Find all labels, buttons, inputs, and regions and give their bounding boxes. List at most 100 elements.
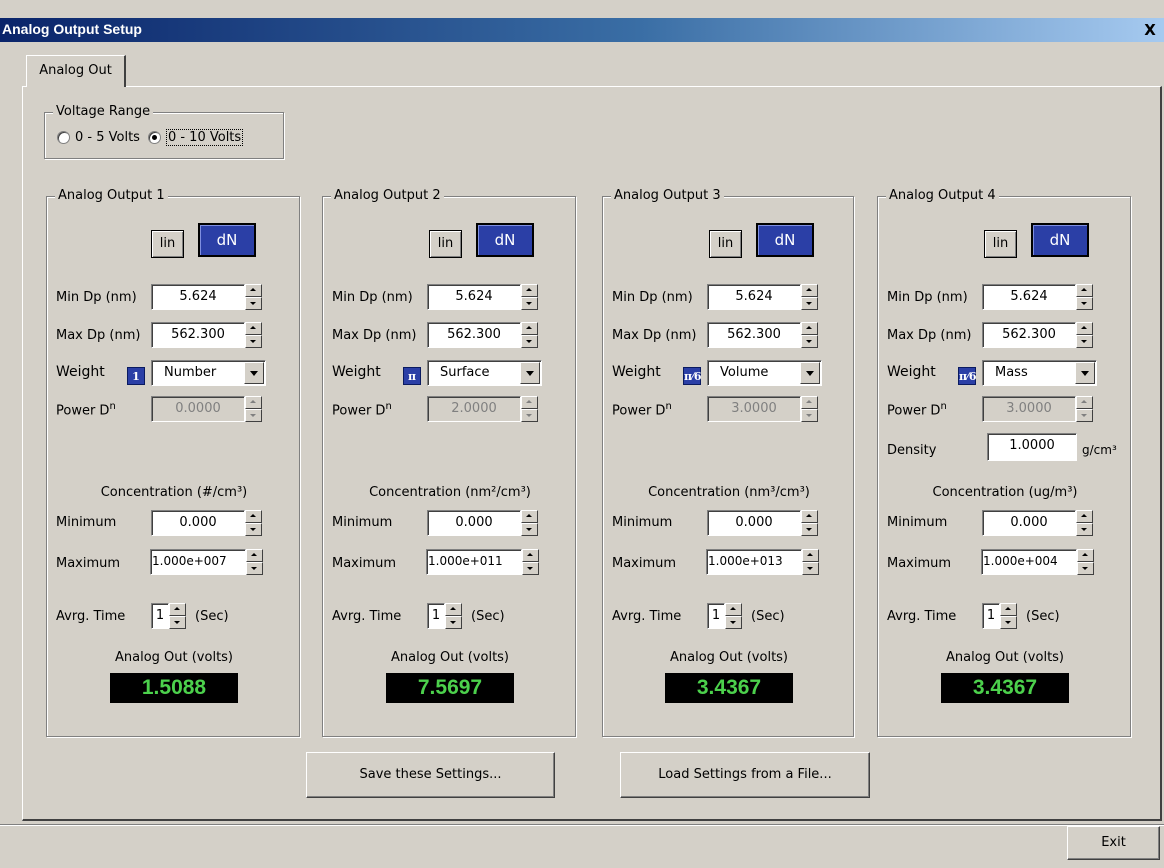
output-2-minimum-spinner[interactable] <box>521 510 538 536</box>
spin-up-icon[interactable] <box>802 549 819 562</box>
spin-down-icon[interactable] <box>521 523 538 536</box>
spin-down-icon[interactable] <box>1076 335 1093 348</box>
spin-down-icon[interactable] <box>802 562 819 575</box>
output-3-min-dp-spinner[interactable] <box>801 284 818 310</box>
spin-down-icon[interactable] <box>1000 616 1017 629</box>
output-4-minimum-input[interactable]: 0.000 <box>982 510 1076 536</box>
spin-down-icon[interactable] <box>1076 523 1093 536</box>
output-1-avrg-time-spinner[interactable] <box>169 603 186 629</box>
output-1-maximum-spinner[interactable] <box>246 549 263 575</box>
spin-up-icon[interactable] <box>801 510 818 523</box>
spin-down-icon[interactable] <box>246 562 263 575</box>
output-4-dn-button[interactable]: dN <box>1031 223 1089 257</box>
radio-0-10-volts-label[interactable]: 0 - 10 Volts <box>165 129 244 146</box>
output-3-min-dp-input[interactable]: 5.624 <box>707 284 801 310</box>
output-1-lin-button[interactable]: lin <box>151 230 184 258</box>
output-1-min-dp-spinner[interactable] <box>245 284 262 310</box>
spin-up-icon[interactable] <box>521 322 538 335</box>
spin-up-icon[interactable] <box>521 284 538 297</box>
output-1-minimum-input[interactable]: 0.000 <box>151 510 245 536</box>
radio-0-10-volts[interactable] <box>147 131 161 144</box>
spin-up-icon[interactable] <box>801 284 818 297</box>
load-settings-button[interactable]: Load Settings from a File... <box>620 752 870 798</box>
chevron-down-icon[interactable] <box>244 362 264 384</box>
output-3-weight-select[interactable]: Volume <box>707 360 822 386</box>
output-2-max-dp-input[interactable]: 562.300 <box>427 322 521 348</box>
spin-up-icon[interactable] <box>1076 510 1093 523</box>
output-3-max-dp-spinner[interactable] <box>801 322 818 348</box>
spin-down-icon[interactable] <box>725 616 742 629</box>
spin-up-icon[interactable] <box>1076 322 1093 335</box>
chevron-down-icon[interactable] <box>800 362 820 384</box>
output-3-maximum-input[interactable]: 1.000e+013 <box>706 549 802 575</box>
spin-up-icon[interactable] <box>1076 284 1093 297</box>
spin-up-icon[interactable] <box>801 322 818 335</box>
spin-up-icon[interactable] <box>522 549 539 562</box>
output-3-maximum-spinner[interactable] <box>802 549 819 575</box>
output-1-maximum-input[interactable]: 1.000e+007 <box>150 549 246 575</box>
exit-button[interactable]: Exit <box>1067 826 1160 860</box>
output-4-max-dp-input[interactable]: 562.300 <box>982 322 1076 348</box>
output-4-weight-select[interactable]: Mass <box>982 360 1097 386</box>
output-2-avrg-time-input[interactable]: 1 <box>427 603 445 629</box>
output-2-maximum-spinner[interactable] <box>522 549 539 575</box>
output-3-max-dp-input[interactable]: 562.300 <box>707 322 801 348</box>
output-3-minimum-spinner[interactable] <box>801 510 818 536</box>
close-icon[interactable]: X <box>1140 21 1160 39</box>
output-2-min-dp-input[interactable]: 5.624 <box>427 284 521 310</box>
output-4-max-dp-spinner[interactable] <box>1076 322 1093 348</box>
output-2-weight-select[interactable]: Surface <box>427 360 542 386</box>
spin-up-icon[interactable] <box>245 322 262 335</box>
output-4-maximum-spinner[interactable] <box>1077 549 1094 575</box>
output-1-dn-button[interactable]: dN <box>198 223 256 257</box>
output-1-avrg-time-input[interactable]: 1 <box>151 603 169 629</box>
chevron-down-icon[interactable] <box>520 362 540 384</box>
output-1-max-dp-input[interactable]: 562.300 <box>151 322 245 348</box>
output-3-avrg-time-spinner[interactable] <box>725 603 742 629</box>
spin-up-icon[interactable] <box>445 603 462 616</box>
output-4-minimum-spinner[interactable] <box>1076 510 1093 536</box>
spin-down-icon[interactable] <box>1076 297 1093 310</box>
spin-up-icon[interactable] <box>169 603 186 616</box>
output-4-maximum-input[interactable]: 1.000e+004 <box>981 549 1077 575</box>
tab-analog-out[interactable]: Analog Out <box>26 55 126 87</box>
spin-down-icon[interactable] <box>245 523 262 536</box>
output-1-min-dp-input[interactable]: 5.624 <box>151 284 245 310</box>
spin-down-icon[interactable] <box>245 297 262 310</box>
output-1-weight-select[interactable]: Number <box>151 360 266 386</box>
spin-up-icon[interactable] <box>725 603 742 616</box>
spin-down-icon[interactable] <box>169 616 186 629</box>
save-settings-button[interactable]: Save these Settings... <box>306 752 555 798</box>
spin-down-icon[interactable] <box>801 523 818 536</box>
output-2-lin-button[interactable]: lin <box>429 230 462 258</box>
spin-down-icon[interactable] <box>521 335 538 348</box>
output-3-minimum-input[interactable]: 0.000 <box>707 510 801 536</box>
spin-up-icon[interactable] <box>1000 603 1017 616</box>
spin-up-icon[interactable] <box>246 549 263 562</box>
spin-down-icon[interactable] <box>801 335 818 348</box>
spin-down-icon[interactable] <box>445 616 462 629</box>
chevron-down-icon[interactable] <box>1075 362 1095 384</box>
spin-down-icon[interactable] <box>1077 562 1094 575</box>
spin-up-icon[interactable] <box>521 510 538 523</box>
output-3-dn-button[interactable]: dN <box>756 223 814 257</box>
output-4-density-input[interactable]: 1.0000 <box>987 433 1077 461</box>
output-2-dn-button[interactable]: dN <box>476 223 534 257</box>
output-3-lin-button[interactable]: lin <box>709 230 742 258</box>
output-4-lin-button[interactable]: lin <box>984 230 1017 258</box>
output-2-minimum-input[interactable]: 0.000 <box>427 510 521 536</box>
output-2-maximum-input[interactable]: 1.000e+011 <box>426 549 522 575</box>
spin-down-icon[interactable] <box>522 562 539 575</box>
output-2-max-dp-spinner[interactable] <box>521 322 538 348</box>
spin-down-icon[interactable] <box>801 297 818 310</box>
spin-down-icon[interactable] <box>245 335 262 348</box>
output-4-avrg-time-spinner[interactable] <box>1000 603 1017 629</box>
output-2-avrg-time-spinner[interactable] <box>445 603 462 629</box>
radio-0-5-volts-label[interactable]: 0 - 5 Volts <box>75 130 140 145</box>
output-2-min-dp-spinner[interactable] <box>521 284 538 310</box>
output-3-avrg-time-input[interactable]: 1 <box>707 603 725 629</box>
output-4-min-dp-input[interactable]: 5.624 <box>982 284 1076 310</box>
spin-down-icon[interactable] <box>521 297 538 310</box>
spin-up-icon[interactable] <box>1077 549 1094 562</box>
output-4-avrg-time-input[interactable]: 1 <box>982 603 1000 629</box>
